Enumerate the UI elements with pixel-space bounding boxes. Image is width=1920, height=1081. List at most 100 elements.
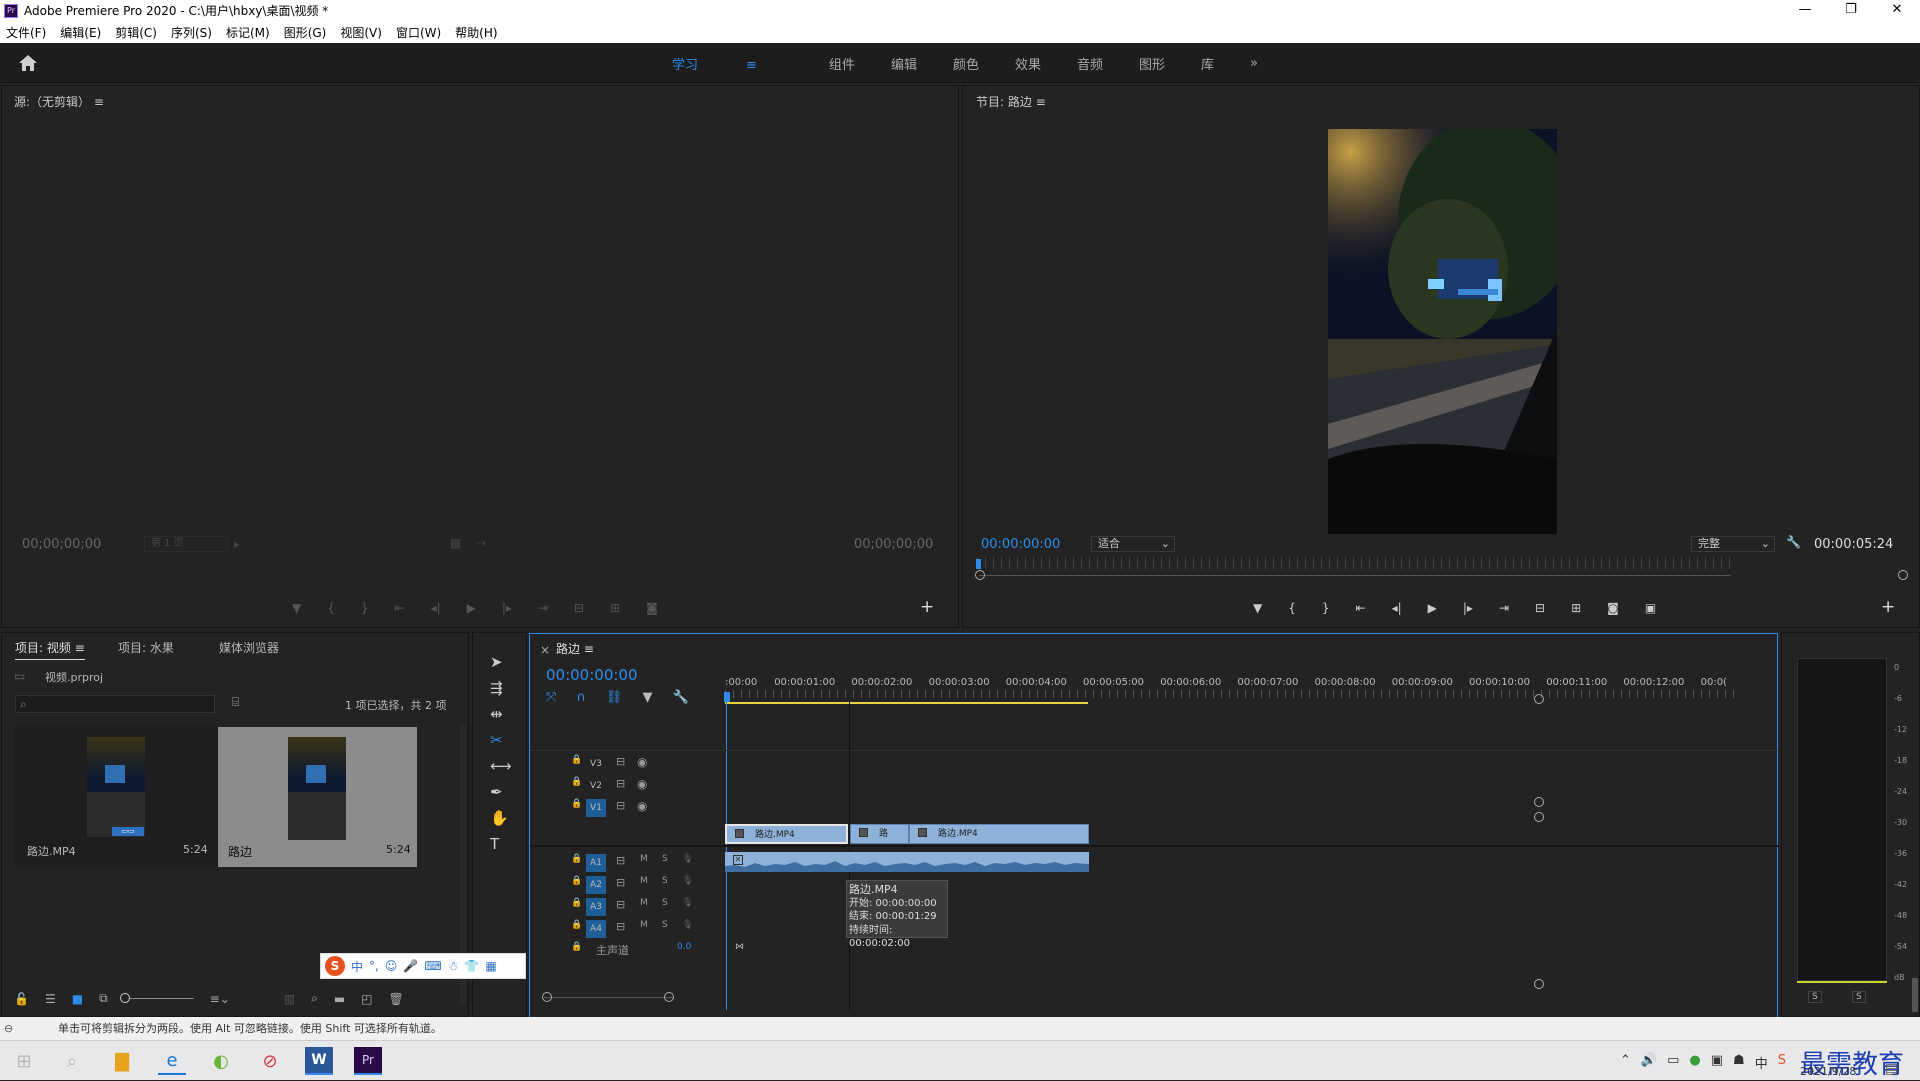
vertical-scroll-handle[interactable] — [1534, 694, 1544, 704]
home-icon[interactable] — [18, 54, 38, 72]
panel-menu-icon[interactable]: ≡ — [584, 642, 594, 656]
track-sync-icon[interactable]: ⊟ — [616, 876, 625, 889]
panel-menu-icon[interactable]: ≡ — [75, 641, 85, 655]
track-header-v2[interactable]: 🔒 V2 ⊟ ◉ — [530, 773, 764, 795]
source-next-page-icon[interactable]: ▸ — [234, 537, 240, 551]
workspace-tab-learning[interactable]: 学习 ≡ — [672, 54, 793, 73]
track-sync-icon[interactable]: ⊟ — [616, 920, 625, 933]
add-marker-icon[interactable]: ▼ — [642, 690, 652, 705]
program-play-icon[interactable]: ▶ — [1428, 601, 1437, 615]
meter-solo-button[interactable]: S — [1808, 991, 1822, 1003]
sogou-tray-icon[interactable]: S — [1778, 1053, 1786, 1072]
close-button[interactable]: ✕ — [1874, 0, 1920, 21]
video-clip[interactable]: 路边.MP4 — [909, 824, 1089, 844]
minimize-button[interactable]: — — [1782, 0, 1828, 21]
ime-keyboard-icon[interactable]: ⌨ — [424, 959, 441, 973]
program-step-back-icon[interactable]: ◂| — [1392, 601, 1402, 615]
360-browser-icon[interactable]: ◐ — [207, 1047, 235, 1075]
track-lock-icon[interactable]: 🔒 — [571, 920, 582, 930]
program-playhead[interactable] — [976, 559, 981, 569]
sort-icons-icon[interactable]: ≡⌄ — [210, 992, 230, 1006]
track-label-v2[interactable]: V2 — [586, 777, 606, 795]
workspace-menu-icon[interactable]: ≡ — [746, 58, 757, 73]
source-page-dropdown[interactable]: 第 1 页 — [144, 536, 228, 552]
search-icon[interactable]: ⌕ — [58, 1047, 86, 1075]
vertical-scroll-handle[interactable] — [1534, 797, 1544, 807]
source-step-forward-icon[interactable]: |▸ — [502, 601, 512, 615]
track-lock-icon[interactable]: 🔒 — [571, 942, 582, 952]
clear-trash-icon[interactable]: 🗑 — [389, 992, 404, 1006]
track-label-a4[interactable]: A4 — [586, 920, 606, 938]
windows-start-icon[interactable]: ⊞ — [10, 1047, 38, 1075]
project-search-input[interactable]: ⌕ — [15, 695, 215, 713]
wrench-icon[interactable]: 🔧 — [1786, 535, 1801, 549]
menu-marker[interactable]: 标记(M) — [226, 24, 270, 41]
timeline-playhead[interactable] — [724, 692, 730, 702]
project-tab-video[interactable]: 项目: 视频 ≡ — [15, 639, 85, 660]
track-header-v3[interactable]: 🔒 V3 ⊟ ◉ — [530, 751, 764, 773]
ime-skin-icon[interactable]: 👕 — [464, 959, 479, 973]
ripple-edit-tool-icon[interactable]: ⇹ — [490, 705, 512, 723]
solo-button[interactable]: S — [662, 854, 668, 864]
notification-icon[interactable]: ▤ — [1885, 1061, 1898, 1077]
program-zoom-dropdown[interactable]: 适合 ⌄ — [1091, 536, 1175, 552]
tray-ime-icon[interactable]: 中 — [1755, 1053, 1768, 1072]
program-mark-out-icon[interactable]: } — [1322, 601, 1330, 615]
track-label-v3[interactable]: V3 — [586, 755, 606, 773]
source-export-frame-icon[interactable]: ◙ — [646, 601, 658, 615]
meter-scrollbar[interactable] — [1912, 978, 1918, 1012]
track-header-a3[interactable]: 🔒 A3 ⊟ M S 🎙 — [530, 894, 764, 916]
microphone-icon[interactable]: 🎙 — [682, 898, 693, 908]
master-goto-icon[interactable]: ⋈ — [735, 942, 744, 952]
program-add-button-icon[interactable]: + — [1881, 597, 1895, 617]
source-insert-icon[interactable]: ⊟ — [574, 601, 584, 615]
track-label-v1[interactable]: V1 — [586, 799, 606, 817]
microphone-icon[interactable]: 🎙 — [682, 920, 693, 930]
workspace-tab-editing[interactable]: 编辑 — [891, 54, 917, 73]
source-settings-icon[interactable]: ⇢ — [476, 536, 486, 550]
menu-sequence[interactable]: 序列(S) — [171, 24, 212, 41]
workspace-tab-color[interactable]: 颜色 — [953, 54, 979, 73]
audio-clip[interactable]: ✕ — [725, 852, 1089, 872]
type-tool-icon[interactable]: T — [490, 835, 512, 853]
solo-button[interactable]: S — [662, 898, 668, 908]
workspace-tab-libraries[interactable]: 库 — [1201, 54, 1214, 73]
program-go-to-out-icon[interactable]: ⇥ — [1499, 601, 1509, 615]
track-lock-icon[interactable]: 🔒 — [571, 898, 582, 908]
source-add-button-icon[interactable]: + — [920, 597, 934, 617]
track-sync-icon[interactable]: ⊟ — [616, 898, 625, 911]
program-step-forward-icon[interactable]: |▸ — [1463, 601, 1473, 615]
program-quality-dropdown[interactable]: 完整 ⌄ — [1691, 536, 1775, 552]
menu-window[interactable]: 窗口(W) — [396, 24, 441, 41]
microphone-icon[interactable]: 🎙 — [682, 854, 693, 864]
eye-icon[interactable]: ◉ — [637, 755, 647, 769]
scroll-handle-right[interactable] — [1898, 570, 1908, 580]
source-go-to-in-icon[interactable]: ⇤ — [395, 601, 405, 615]
menu-graphics[interactable]: 图形(G) — [284, 24, 327, 41]
tray-user-icon[interactable]: ☗ — [1733, 1053, 1745, 1072]
source-monitor-title[interactable]: 源:（无剪辑） ≡ — [14, 93, 104, 110]
ime-punctuation-icon[interactable]: °, — [369, 959, 379, 973]
microphone-icon[interactable]: 🎙 — [682, 876, 693, 886]
eye-icon[interactable]: ◉ — [637, 777, 647, 791]
ime-toolbox-icon[interactable]: ▦ — [485, 959, 496, 973]
automate-to-sequence-icon[interactable]: ▥ — [284, 992, 295, 1006]
source-mark-out-icon[interactable]: } — [361, 601, 369, 615]
menu-help[interactable]: 帮助(H) — [455, 24, 497, 41]
workspace-tab-assembly[interactable]: 组件 — [829, 54, 855, 73]
new-bin-icon[interactable]: ▬ — [334, 992, 345, 1006]
master-volume-value[interactable]: 0.0 — [677, 942, 691, 952]
eye-icon[interactable]: ◉ — [637, 799, 647, 813]
workspace-tab-graphics[interactable]: 图形 — [1139, 54, 1165, 73]
program-time-ruler[interactable] — [977, 557, 1731, 569]
vertical-scroll-handle[interactable] — [1534, 812, 1544, 822]
timeline-settings-wrench-icon[interactable]: 🔧 — [672, 690, 688, 705]
ime-emoji-icon[interactable]: ☺ — [385, 959, 398, 973]
program-go-to-in-icon[interactable]: ⇤ — [1356, 601, 1366, 615]
track-lock-icon[interactable]: 🔒 — [571, 777, 582, 787]
media-browser-tab[interactable]: 媒体浏览器 — [219, 639, 279, 656]
timeline-ruler[interactable]: :00:00 00:00:01:00 00:00:02:00 00:00:03:00 0… — [725, 677, 1738, 691]
program-extract-icon[interactable]: ⊞ — [1571, 601, 1581, 615]
word-icon[interactable]: W — [305, 1047, 333, 1075]
pen-tool-icon[interactable]: ✒ — [490, 783, 512, 801]
